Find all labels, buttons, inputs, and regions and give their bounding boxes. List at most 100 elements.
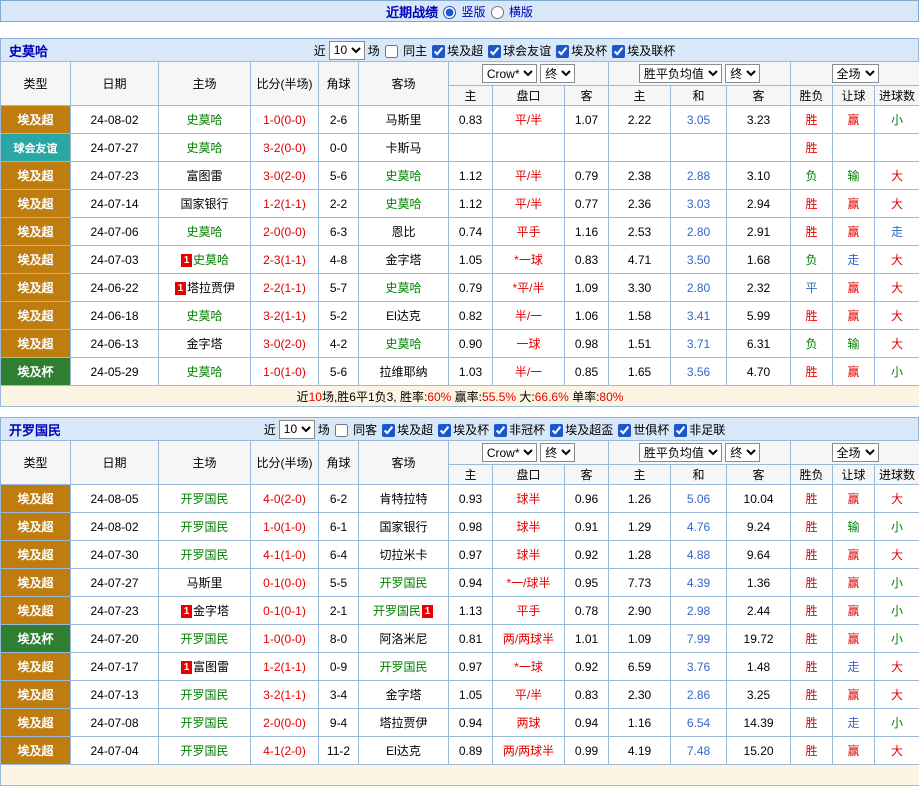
league-filter-checkbox[interactable] — [494, 424, 507, 437]
league-cell: 埃及超 — [1, 709, 71, 737]
odds-time-select[interactable]: 终 — [540, 64, 575, 83]
league-filter-checkbox[interactable] — [618, 424, 631, 437]
same-venue-checkbox[interactable] — [385, 45, 398, 58]
europe-home-odds-cell: 2.22 — [609, 106, 671, 134]
col-header-league: 类型 — [1, 62, 71, 106]
away-team-cell: 马斯里 — [359, 106, 449, 134]
europe-draw-odds-cell: 3.50 — [671, 246, 727, 274]
league-filters: 埃及超埃及杯非冠杯埃及超盃世俱杯非足联 — [377, 421, 725, 438]
handicap-cell — [493, 134, 565, 162]
league-filter[interactable]: 非足联 — [669, 423, 725, 437]
league-filter[interactable]: 世俱杯 — [613, 423, 669, 437]
team-name-text: 恩比 — [391, 225, 415, 239]
home-team-cell: 史莫哈 — [159, 218, 251, 246]
result-cell: 胜 — [791, 625, 833, 653]
league-filter-checkbox[interactable] — [612, 45, 625, 58]
match-row: 埃及杯24-07-20开罗国民1-0(0-0)8-0阿洛米尼0.81两/两球半1… — [1, 625, 919, 653]
europe-away-odds-cell: 10.04 — [727, 485, 791, 513]
league-cell: 埃及超 — [1, 274, 71, 302]
handicap-result-cell: 输 — [833, 330, 875, 358]
team-name-text: 史莫哈 — [186, 141, 222, 155]
asia-home-odds-cell: 0.94 — [449, 569, 493, 597]
league-filter[interactable]: 埃及杯 — [551, 44, 607, 58]
asia-home-odds-cell: 1.05 — [449, 246, 493, 274]
asia-home-odds-cell: 0.97 — [449, 653, 493, 681]
europe-time-select[interactable]: 终 — [725, 64, 760, 83]
league-filter[interactable]: 埃及超盃 — [545, 423, 613, 437]
europe-away-odds-cell: 19.72 — [727, 625, 791, 653]
asia-away-odds-cell: 1.16 — [565, 218, 609, 246]
team-name-text: 塔拉贾伊 — [187, 281, 235, 295]
corners-cell: 2-1 — [319, 597, 359, 625]
same-venue-filter[interactable]: 同客 — [330, 421, 377, 438]
league-cell: 埃及超 — [1, 330, 71, 358]
odds-company-select[interactable]: Crow* — [482, 64, 537, 83]
team-name-text: 开罗国民 — [180, 520, 228, 534]
league-filter-checkbox[interactable] — [488, 45, 501, 58]
league-filter-checkbox[interactable] — [550, 424, 563, 437]
result-cell: 平 — [791, 274, 833, 302]
league-cell: 埃及超 — [1, 569, 71, 597]
date-cell: 24-07-30 — [71, 541, 159, 569]
subcol-eu-home: 主 — [609, 465, 671, 485]
filter-controls: 近 10 场 同主 埃及超球会友谊埃及杯埃及联杯 — [244, 41, 675, 60]
league-filter[interactable]: 埃及超 — [427, 44, 483, 58]
league-filter-checkbox[interactable] — [438, 424, 451, 437]
scope-select[interactable]: 全场 — [832, 64, 879, 83]
scope-select[interactable]: 全场 — [832, 443, 879, 462]
league-filter[interactable]: 埃及联杯 — [607, 44, 675, 58]
corners-cell: 4-8 — [319, 246, 359, 274]
summary-row — [1, 765, 919, 786]
handicap-cell: 半/一 — [493, 302, 565, 330]
match-row: 埃及超24-06-221塔拉贾伊2-2(1-1)5-7史莫哈0.79*平/半1.… — [1, 274, 919, 302]
match-count-select[interactable]: 10 — [279, 420, 315, 439]
layout-option-vertical[interactable]: 竖版 — [438, 3, 485, 20]
asia-away-odds-cell: 0.78 — [565, 597, 609, 625]
result-cell: 胜 — [791, 653, 833, 681]
league-filter-checkbox[interactable] — [432, 45, 445, 58]
league-filter-checkbox[interactable] — [382, 424, 395, 437]
team-name-text: 肯特拉特 — [379, 492, 427, 506]
league-filter-label: 埃及联杯 — [627, 44, 675, 58]
league-filter[interactable]: 球会友谊 — [483, 44, 551, 58]
match-count-select[interactable]: 10 — [329, 41, 365, 60]
same-venue-checkbox[interactable] — [335, 424, 348, 437]
score-cell: 1-2(1-1) — [251, 653, 319, 681]
odds-time-select[interactable]: 终 — [540, 443, 575, 462]
layout-option-horizontal[interactable]: 横版 — [486, 3, 533, 20]
score-cell: 0-1(0-1) — [251, 597, 319, 625]
europe-time-select[interactable]: 终 — [725, 443, 760, 462]
europe-odds-select[interactable]: 胜平负均值 — [639, 443, 722, 462]
match-row: 埃及超24-07-171富图雷1-2(1-1)0-9开罗国民0.97*一球0.9… — [1, 653, 919, 681]
europe-draw-odds-cell: 5.06 — [671, 485, 727, 513]
match-row: 埃及超24-06-18史莫哈3-2(1-1)5-2El达克0.82半/一1.06… — [1, 302, 919, 330]
same-venue-filter[interactable]: 同主 — [380, 42, 427, 59]
league-filter-checkbox[interactable] — [556, 45, 569, 58]
europe-draw-odds-cell: 3.05 — [671, 106, 727, 134]
europe-home-odds-cell: 1.26 — [609, 485, 671, 513]
match-row: 埃及超24-07-08开罗国民2-0(0-0)9-4塔拉贾伊0.94两球0.94… — [1, 709, 919, 737]
handicap-cell: *一球 — [493, 246, 565, 274]
horizontal-layout-radio[interactable] — [491, 6, 504, 19]
asia-home-odds-cell: 0.74 — [449, 218, 493, 246]
result-cell: 胜 — [791, 218, 833, 246]
europe-home-odds-cell: 6.59 — [609, 653, 671, 681]
home-team-cell: 开罗国民 — [159, 681, 251, 709]
scope-group-header: 全场 — [791, 441, 919, 465]
league-filter[interactable]: 非冠杯 — [489, 423, 545, 437]
league-filter[interactable]: 埃及杯 — [433, 423, 489, 437]
handicap-result-cell: 赢 — [833, 625, 875, 653]
away-team-cell: 史莫哈 — [359, 274, 449, 302]
vertical-layout-radio[interactable] — [443, 6, 456, 19]
asia-home-odds-cell: 1.12 — [449, 162, 493, 190]
europe-away-odds-cell: 2.91 — [727, 218, 791, 246]
team-section-smouha: 史莫哈 近 10 场 同主 埃及超球会友谊埃及杯埃及联杯 类型 日期 主场 比分… — [0, 38, 919, 407]
league-filter[interactable]: 埃及超 — [377, 423, 433, 437]
odds-company-select[interactable]: Crow* — [482, 443, 537, 462]
league-filter-checkbox[interactable] — [674, 424, 687, 437]
europe-odds-select[interactable]: 胜平负均值 — [639, 64, 722, 83]
matches-label: 场 — [368, 42, 380, 59]
asia-home-odds-cell: 0.94 — [449, 709, 493, 737]
asia-away-odds-cell: 0.92 — [565, 653, 609, 681]
europe-away-odds-cell: 3.23 — [727, 106, 791, 134]
